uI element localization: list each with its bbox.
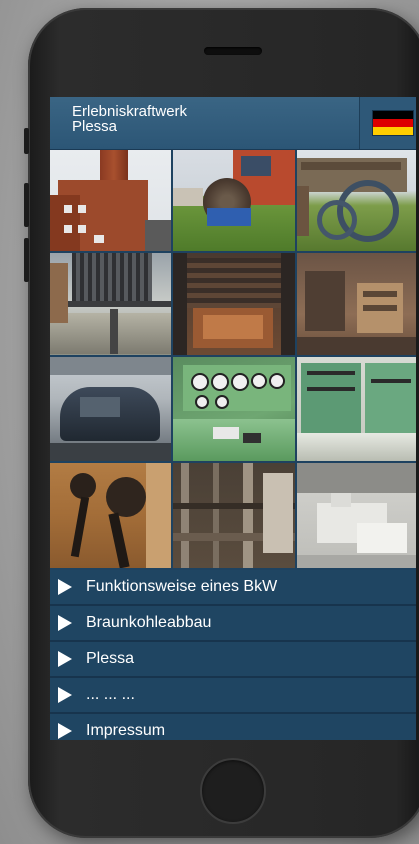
menu-item-label: Braunkohleabbau bbox=[86, 614, 212, 631]
arrow-right-icon bbox=[58, 723, 72, 739]
gallery-tile-piping[interactable] bbox=[173, 463, 295, 568]
volume-up-button bbox=[24, 183, 29, 227]
menu-item-label: Funktionsweise eines BkW bbox=[86, 578, 278, 595]
menu-item-impressum[interactable]: Impressum bbox=[50, 714, 416, 740]
gallery-tile-rusty-machinery[interactable] bbox=[173, 253, 295, 355]
gallery-tile-levers[interactable] bbox=[50, 463, 171, 568]
app-title: Erlebniskraftwerk Plessa bbox=[72, 104, 187, 134]
menu-item-braunkohleabbau[interactable]: Braunkohleabbau bbox=[50, 606, 416, 642]
arrow-right-icon bbox=[58, 615, 72, 631]
arrow-right-icon bbox=[58, 579, 72, 595]
menu-item-more[interactable]: ... ... ... bbox=[50, 678, 416, 714]
app-header: Erlebniskraftwerk Plessa bbox=[50, 97, 416, 150]
arrow-right-icon bbox=[58, 687, 72, 703]
app-title-line2: Plessa bbox=[72, 118, 118, 135]
gallery-tile-control-room[interactable] bbox=[297, 357, 416, 461]
gallery-tile-control-panel[interactable] bbox=[173, 357, 295, 461]
gallery-tile-turbine-wheel[interactable] bbox=[173, 150, 295, 251]
gallery-tile-excavator[interactable] bbox=[297, 150, 416, 251]
menu-item-label: Plessa bbox=[86, 650, 135, 667]
phone-speaker bbox=[204, 47, 262, 55]
menu-item-plessa[interactable]: Plessa bbox=[50, 642, 416, 678]
menu-item-label: ... ... ... bbox=[86, 686, 135, 703]
menu-item-label: Impressum bbox=[86, 722, 166, 739]
gallery-tile-generator[interactable] bbox=[50, 357, 171, 461]
flag-germany-icon bbox=[372, 110, 414, 136]
main-menu: Funktionsweise eines BkW Braunkohleabbau… bbox=[50, 570, 416, 740]
gallery-tile-boiler[interactable] bbox=[50, 253, 171, 355]
language-button[interactable] bbox=[359, 97, 416, 149]
volume-down-button bbox=[24, 238, 29, 282]
menu-item-funktionsweise[interactable]: Funktionsweise eines BkW bbox=[50, 570, 416, 606]
gallery-tile-rusty-control[interactable] bbox=[297, 253, 416, 355]
arrow-right-icon bbox=[58, 651, 72, 667]
gallery-tile-brick-building[interactable] bbox=[50, 150, 171, 251]
photo-gallery bbox=[50, 150, 416, 568]
app-title-line1: Erlebniskraftwerk bbox=[72, 103, 188, 120]
app-screen: Erlebniskraftwerk Plessa Funktionsweise … bbox=[50, 97, 416, 740]
gallery-tile-model[interactable] bbox=[297, 463, 416, 568]
home-button[interactable] bbox=[200, 758, 266, 824]
mute-switch bbox=[24, 128, 29, 154]
